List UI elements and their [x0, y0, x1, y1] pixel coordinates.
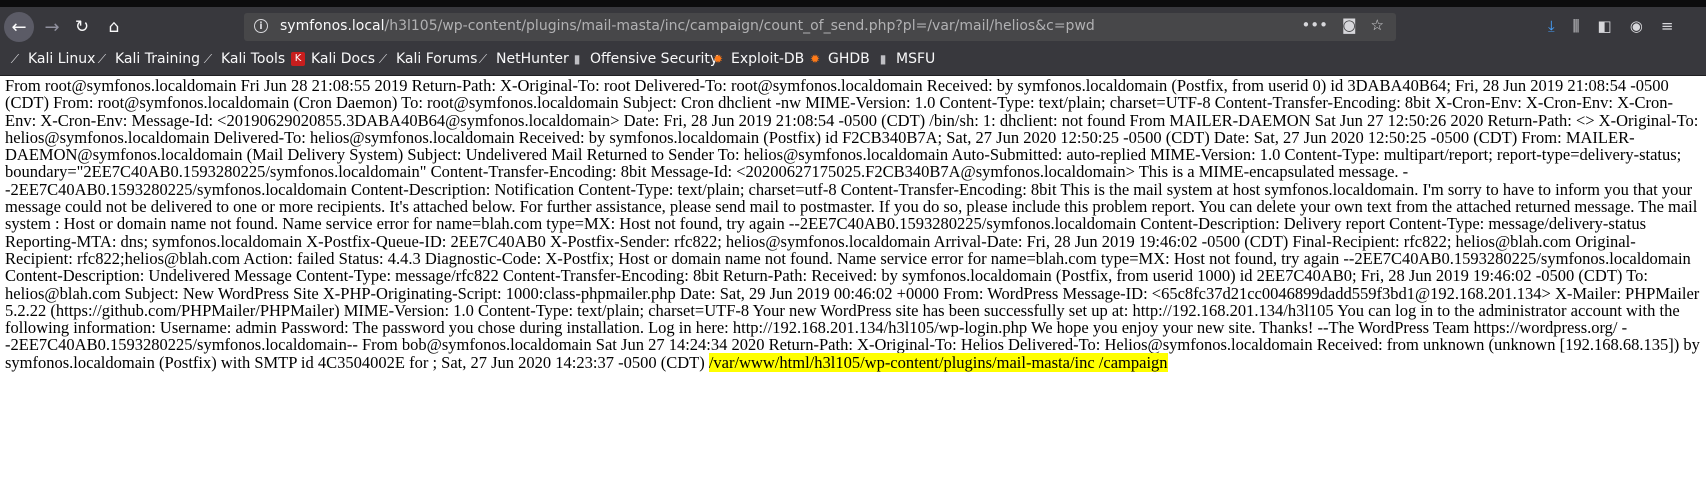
bookmark-kali-tools[interactable]: ⟋ Kali Tools: [201, 51, 285, 67]
sidebar-icon[interactable]: ◧: [1598, 17, 1612, 35]
url-host: symfonos.local: [280, 18, 385, 34]
home-button[interactable]: ⌂: [100, 12, 128, 42]
bookmark-nethunter[interactable]: ⟋ NetHunter: [476, 51, 569, 67]
bookmark-kali-forums[interactable]: ⟋ Kali Forums: [376, 51, 478, 67]
arrow-right-icon: →: [44, 16, 60, 38]
url-path: /h3l105/wp-content/plugins/mail-masta/in…: [384, 18, 1095, 34]
url-text[interactable]: symfonos.local/h3l105/wp-content/plugins…: [280, 18, 1095, 34]
home-icon: ⌂: [108, 17, 120, 37]
mail-spool-text: From root@symfonos.localdomain Fri Jun 2…: [5, 76, 1700, 372]
bookmark-star-icon[interactable]: ☆: [1371, 16, 1384, 34]
kali-docs-icon: K: [291, 52, 305, 66]
address-bar[interactable]: i symfonos.local/h3l105/wp-content/plugi…: [244, 13, 1396, 41]
kali-dragon-icon: ⟋: [97, 52, 107, 66]
toolbar-right-icons: ⤓ ⫼ ◧ ◉ ≡: [1548, 17, 1673, 35]
kali-dragon-icon: ⟋: [478, 52, 488, 66]
pocket-icon[interactable]: ◙: [1342, 16, 1357, 34]
address-bar-actions: ••• ◙ ☆: [1301, 16, 1384, 34]
account-icon[interactable]: ◉: [1630, 17, 1643, 35]
kali-dragon-icon: ⟋: [203, 52, 213, 66]
page-content: From root@symfonos.localdomain Fri Jun 2…: [5, 76, 1701, 372]
bookmark-offensive-security[interactable]: ▮ Offensive Security: [570, 51, 719, 67]
bookmark-kali-linux[interactable]: ⟋ Kali Linux: [8, 51, 96, 67]
bookmark-kali-docs[interactable]: K Kali Docs: [291, 51, 375, 67]
kali-dragon-icon: ⟋: [378, 52, 388, 66]
menu-icon[interactable]: ≡: [1661, 17, 1674, 35]
back-button[interactable]: ←: [4, 12, 34, 42]
offsec-icon: ▮: [573, 52, 581, 66]
exploitdb-icon: ✹: [712, 52, 724, 66]
site-info-icon[interactable]: i: [254, 19, 268, 33]
bookmark-kali-training[interactable]: ⟋ Kali Training: [95, 51, 200, 67]
downloads-icon[interactable]: ⤓: [1548, 17, 1555, 35]
reload-button[interactable]: ↻: [68, 12, 96, 42]
tab-strip: [0, 0, 1706, 7]
highlighted-path: /var/www/html/h3l105/wp-content/plugins/…: [708, 352, 1168, 372]
library-icon[interactable]: ⫼: [1573, 17, 1580, 35]
kali-dragon-icon: ⟋: [10, 52, 20, 66]
reload-icon: ↻: [74, 17, 90, 37]
bookmark-ghdb[interactable]: ✹ GHDB: [808, 51, 870, 67]
arrow-left-icon: ←: [11, 16, 27, 38]
forward-button[interactable]: →: [38, 12, 66, 42]
page-actions-icon[interactable]: •••: [1301, 16, 1328, 34]
bookmark-exploit-db[interactable]: ✹ Exploit-DB: [711, 51, 804, 67]
offsec-icon: ▮: [879, 52, 887, 66]
exploitdb-icon: ✹: [809, 52, 821, 66]
bookmark-msfu[interactable]: ▮ MSFU: [876, 51, 936, 67]
